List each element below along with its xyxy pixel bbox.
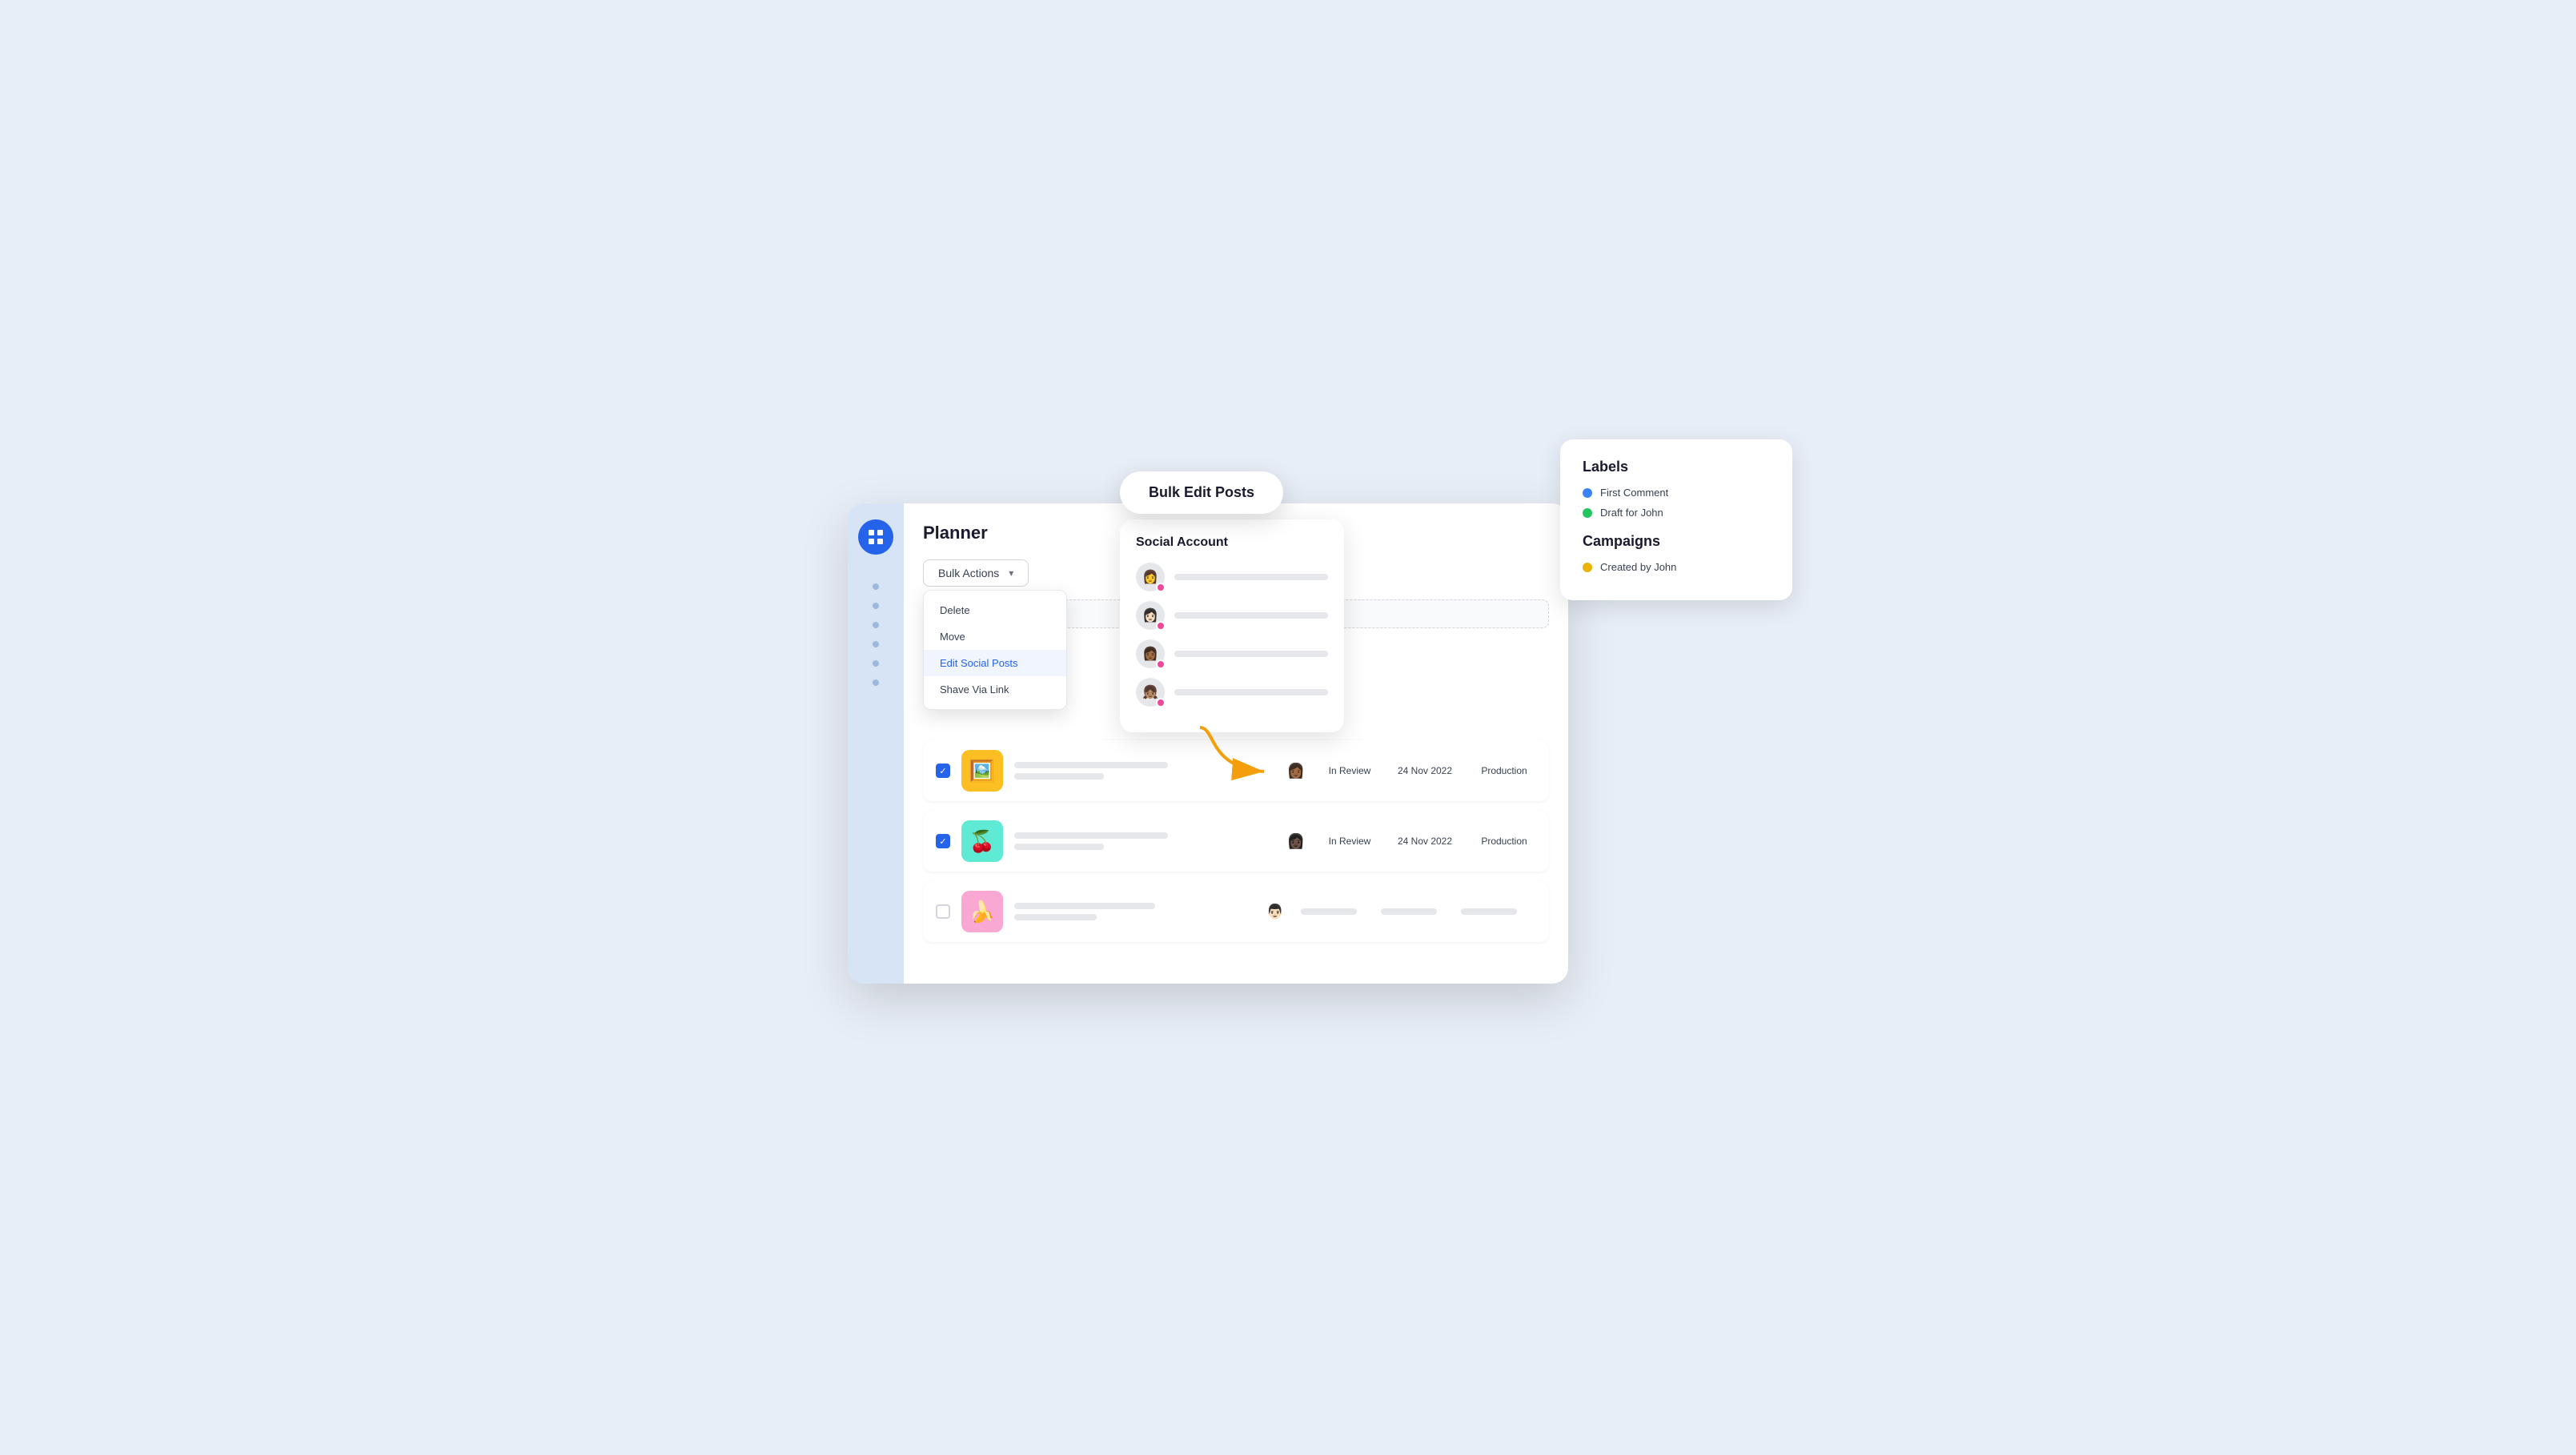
sidebar-nav-dot-6[interactable]: [873, 679, 879, 686]
sidebar-nav-dot-4[interactable]: [873, 641, 879, 647]
row3-thumbnail: 🍌: [961, 891, 1003, 932]
social-account-row-4[interactable]: 👧🏽: [1136, 678, 1328, 707]
bulk-actions-button[interactable]: Bulk Actions ▾: [923, 559, 1029, 587]
bulk-edit-popup-title: Bulk Edit Posts: [1149, 484, 1254, 500]
sidebar-nav-dot-2[interactable]: [873, 603, 879, 609]
row3-checkbox[interactable]: [936, 904, 950, 919]
campaign-dot-created-by-john: [1583, 563, 1592, 572]
bulk-actions-label: Bulk Actions: [938, 567, 999, 579]
social-account-row-2[interactable]: 👩🏻: [1136, 601, 1328, 630]
social-platform-dot-3: [1156, 659, 1166, 669]
social-bar-1: [1174, 574, 1328, 580]
social-platform-dot-1: [1156, 583, 1166, 592]
row2-text-line-1: [1014, 832, 1168, 839]
gray-bar-3: [1461, 908, 1517, 915]
label-row-draft-for-john: Draft for John: [1583, 507, 1770, 519]
row2-campaign: Production: [1472, 836, 1536, 847]
app-logo[interactable]: [858, 519, 893, 555]
sidebar: [848, 503, 904, 984]
label-dot-draft-for-john: [1583, 508, 1592, 518]
social-platform-dot-4: [1156, 698, 1166, 707]
sidebar-nav-dot-1[interactable]: [873, 583, 879, 590]
social-avatar-1: 👩: [1136, 563, 1165, 591]
post-row: 🍌 👨🏻: [923, 881, 1549, 942]
campaign-row-created-by-john: Created by John: [1583, 561, 1770, 573]
social-account-popup: Social Account 👩 👩🏻 👩🏾 👧🏽: [1120, 519, 1344, 732]
dropdown-item-move[interactable]: Move: [924, 623, 1066, 650]
label-dot-first-comment: [1583, 488, 1592, 498]
gray-bar-1: [1301, 908, 1357, 915]
bulk-actions-wrapper: Bulk Actions ▾ Delete Move Edit Social P…: [923, 559, 1029, 587]
row2-status: In Review: [1322, 836, 1378, 847]
social-account-row-3[interactable]: 👩🏾: [1136, 639, 1328, 668]
chevron-down-icon: ▾: [1009, 567, 1013, 579]
row1-text-line-2: [1014, 773, 1104, 780]
bulk-actions-dropdown: Delete Move Edit Social Posts Shave Via …: [923, 590, 1067, 710]
label-text-draft-for-john: Draft for John: [1600, 507, 1663, 519]
campaign-text-created-by-john: Created by John: [1600, 561, 1676, 573]
row2-avatar: 👩🏿: [1282, 827, 1310, 856]
dropdown-item-shave[interactable]: Shave Via Link: [924, 676, 1066, 703]
social-avatar-4: 👧🏽: [1136, 678, 1165, 707]
gray-bar-2: [1381, 908, 1437, 915]
row3-thumb-emoji: 🍌: [969, 900, 995, 924]
row1-date: 24 Nov 2022: [1389, 765, 1461, 776]
bulk-edit-popup: Bulk Edit Posts: [1120, 471, 1283, 514]
post-row: 🍒 👩🏿 In Review 24 Nov 2022 Production: [923, 811, 1549, 872]
row2-date: 24 Nov 2022: [1389, 836, 1461, 847]
row3-text-line-2: [1014, 914, 1097, 920]
campaigns-section-title: Campaigns: [1583, 533, 1770, 550]
dropdown-item-delete[interactable]: Delete: [924, 597, 1066, 623]
row1-avatar: 👩🏾: [1282, 756, 1310, 785]
row1-thumbnail: 🖼️: [961, 750, 1003, 792]
row1-status: In Review: [1322, 765, 1378, 776]
row2-thumb-emoji: 🍒: [969, 829, 995, 854]
label-text-first-comment: First Comment: [1600, 487, 1668, 499]
row2-thumbnail: 🍒: [961, 820, 1003, 862]
social-platform-dot-2: [1156, 621, 1166, 631]
social-account-title: Social Account: [1136, 535, 1328, 550]
sidebar-nav-dot-3[interactable]: [873, 622, 879, 628]
social-account-row-1[interactable]: 👩: [1136, 563, 1328, 591]
social-bar-4: [1174, 689, 1328, 695]
social-bar-3: [1174, 651, 1328, 657]
row1-text-line-1: [1014, 762, 1168, 768]
social-avatar-2: 👩🏻: [1136, 601, 1165, 630]
campaigns-section: Campaigns Created by John: [1583, 533, 1770, 573]
social-bar-2: [1174, 612, 1328, 619]
sidebar-nav-dot-5[interactable]: [873, 660, 879, 667]
row1-campaign: Production: [1472, 765, 1536, 776]
row3-avatar: 👨🏻: [1261, 897, 1290, 926]
row2-text-line-2: [1014, 844, 1104, 850]
social-avatar-3: 👩🏾: [1136, 639, 1165, 668]
labels-section-title: Labels: [1583, 459, 1770, 475]
row3-text-line-1: [1014, 903, 1155, 909]
scene: Planner Bulk Actions ▾ Delete Move Edit …: [848, 455, 1728, 1000]
row1-thumb-emoji: 🖼️: [969, 759, 995, 784]
logo-icon: [866, 527, 885, 547]
label-row-first-comment: First Comment: [1583, 487, 1770, 499]
row3-post-text: [1014, 903, 1250, 920]
row3-empty-bars: [1301, 908, 1536, 915]
row2-checkbox[interactable]: [936, 834, 950, 848]
labels-campaigns-popup: Labels First Comment Draft for John Camp…: [1560, 439, 1792, 600]
dropdown-item-edit-social[interactable]: Edit Social Posts: [924, 650, 1066, 676]
row1-checkbox[interactable]: [936, 764, 950, 778]
post-row: 🖼️ 👩🏾 In Review 24 Nov 2022 Production: [923, 740, 1549, 801]
row1-post-text: [1014, 762, 1270, 780]
post-rows-container: 🖼️ 👩🏾 In Review 24 Nov 2022 Production: [923, 740, 1549, 942]
row2-post-text: [1014, 832, 1270, 850]
